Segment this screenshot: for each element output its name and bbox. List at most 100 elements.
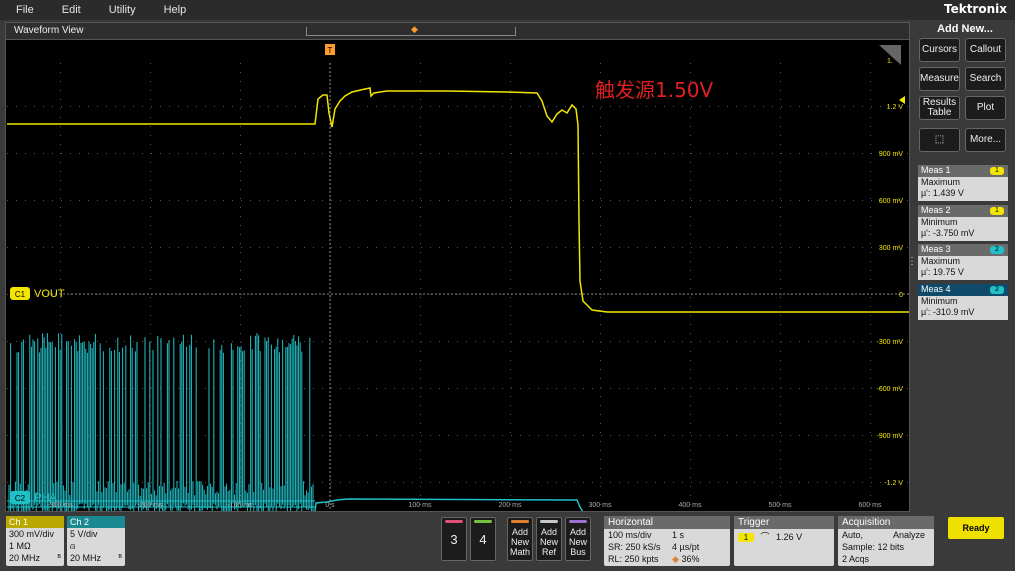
add-math-line1: Add bbox=[511, 527, 528, 537]
add-bus-line2: New bbox=[568, 537, 587, 547]
ch1-scale: 300 mV/div bbox=[9, 529, 55, 539]
acquisition-mode: Auto, bbox=[842, 530, 864, 540]
trigger-marker-icon[interactable]: T bbox=[325, 44, 335, 55]
more-button[interactable]: More... bbox=[965, 128, 1006, 152]
time-tick-label: 100 ms bbox=[409, 502, 432, 509]
acquisition-action: Analyze bbox=[893, 530, 926, 540]
search-button[interactable]: Search bbox=[965, 67, 1006, 91]
time-tick-label: 0 s bbox=[325, 502, 335, 509]
time-tick-label: 500 ms bbox=[769, 502, 792, 509]
settings-bar: Ch 1 300 mV/div 1 MΩ 20 MHz ᴮ Ch 2 5 V/di… bbox=[0, 513, 1015, 571]
add-ref-line1: Add bbox=[540, 527, 557, 537]
voltage-tick-label: 300 mV bbox=[879, 245, 903, 252]
acquisition-settings-badge[interactable]: Acquisition Auto, Analyze Sample: 12 bits… bbox=[838, 516, 934, 566]
horizontal-title: Horizontal bbox=[604, 516, 730, 529]
ch3-button-label: 3 bbox=[450, 531, 458, 547]
menu-help[interactable]: Help bbox=[148, 4, 187, 16]
horizontal-settings-badge[interactable]: Horizontal 100 ms/div 1 s SR: 250 kS/s 4 µ… bbox=[604, 516, 730, 566]
time-tick-label: -100 ms bbox=[227, 502, 253, 509]
meas-3-type: Maximum bbox=[921, 256, 961, 266]
acquisition-sample: Sample: 12 bits bbox=[842, 542, 905, 552]
meas-1-type: Maximum bbox=[921, 177, 961, 187]
voltage-tick-label: -300 mV bbox=[877, 339, 904, 346]
waveform-plot[interactable]: T 1. C1 VOUT C2 PHA 触发源1.50V -300 ms -200… bbox=[7, 41, 909, 511]
add-bus-line1: Add bbox=[569, 527, 586, 537]
sidebar-handle-icon[interactable]: ⋮ bbox=[907, 256, 917, 267]
ch4-button[interactable]: 4 bbox=[470, 517, 496, 561]
ch2-badge[interactable]: C2 bbox=[10, 491, 30, 504]
add-new-heading: Add New... bbox=[937, 23, 993, 35]
ready-status-button[interactable]: Ready bbox=[948, 517, 1004, 539]
add-ref-line2: New bbox=[539, 537, 558, 547]
bandwidth-limit-icon: ᴮ bbox=[118, 553, 122, 562]
ch1-offset-arrow-icon[interactable] bbox=[899, 96, 905, 104]
meas-4-source: 2 bbox=[990, 286, 1004, 294]
ch1-badge-settings[interactable]: Ch 1 300 mV/div 1 MΩ 20 MHz ᴮ bbox=[6, 516, 64, 566]
acquisition-count: 2 Acqs bbox=[842, 554, 870, 564]
ch1-label: VOUT bbox=[34, 288, 65, 300]
horizontal-position-marker-icon[interactable]: ◆ bbox=[411, 24, 419, 36]
add-math-line2: New bbox=[510, 537, 529, 547]
ch2-badge-settings[interactable]: Ch 2 5 V/div ⍝ 20 MHz ᴮ bbox=[67, 516, 125, 566]
ch2-waveform-burst bbox=[7, 333, 315, 511]
meas-1-badge[interactable]: Meas 1 1 Maximum µ': 1.439 V bbox=[918, 165, 1008, 201]
meas-3-badge[interactable]: Meas 3 2 Maximum µ': 19.75 V bbox=[918, 244, 1008, 280]
ch3-button[interactable]: 3 bbox=[441, 517, 467, 561]
time-per-point: 4 µs/pt bbox=[672, 542, 700, 552]
add-new-bus-button[interactable]: Add New Bus bbox=[565, 517, 591, 561]
ch2-bandwidth: 20 MHz bbox=[70, 553, 102, 563]
horizontal-length: 1 s bbox=[672, 530, 685, 540]
add-new-ref-button[interactable]: Add New Ref bbox=[536, 517, 562, 561]
meas-2-type: Minimum bbox=[921, 217, 958, 227]
zoom-box-button[interactable]: ⬚ bbox=[919, 128, 960, 152]
ch2-waveform bbox=[314, 498, 584, 511]
meas-4-badge[interactable]: Meas 4 2 Minimum µ': -310.9 mV bbox=[918, 284, 1008, 320]
trigger-level: 1.26 V bbox=[776, 532, 803, 542]
callout-button[interactable]: Callout bbox=[965, 38, 1006, 62]
meas-4-value: µ': -310.9 mV bbox=[921, 307, 975, 317]
meas-3-source: 2 bbox=[990, 246, 1004, 254]
meas-2-source: 1 bbox=[990, 207, 1004, 215]
brand-logo: Tektronix bbox=[943, 2, 1007, 16]
trigger-source-badge: 1 bbox=[738, 533, 754, 542]
meas-4-title: Meas 4 bbox=[921, 284, 951, 294]
trigger-marker-label: T bbox=[328, 46, 333, 55]
voltage-tick-label: 900 mV bbox=[879, 151, 903, 158]
voltage-tick-label: 1.2 V bbox=[887, 104, 904, 111]
waveform-view-panel[interactable]: Waveform View ◆ T 1. C1 VOUT C2 PHA 触发源1 bbox=[5, 22, 910, 512]
sample-rate: SR: 250 kS/s bbox=[608, 542, 661, 552]
ch1-settings-title: Ch 1 bbox=[6, 516, 64, 528]
voltage-tick-label: -1.2 V bbox=[884, 480, 903, 487]
ch2-settings-title: Ch 2 bbox=[67, 516, 125, 528]
results-table-button[interactable]: Results Table bbox=[919, 96, 960, 120]
ch1-impedance: 1 MΩ bbox=[9, 541, 31, 551]
voltage-tick-label: 600 mV bbox=[879, 198, 903, 205]
measure-button[interactable]: Measure bbox=[919, 67, 960, 91]
meas-1-title: Meas 1 bbox=[921, 165, 951, 175]
trigger-settings-badge[interactable]: Trigger 1 ⌒ 1.26 V bbox=[734, 516, 834, 566]
add-math-line3: Math bbox=[509, 547, 530, 557]
meas-2-badge[interactable]: Meas 2 1 Minimum µ': -3.750 mV bbox=[918, 205, 1008, 241]
add-new-math-button[interactable]: Add New Math bbox=[507, 517, 533, 561]
add-bus-line3: Bus bbox=[570, 547, 586, 557]
ch1-badge[interactable]: C1 bbox=[10, 287, 30, 300]
time-tick-label: -200 ms bbox=[137, 502, 163, 509]
meas-2-title: Meas 2 bbox=[921, 205, 951, 215]
probe-icon: ⍝ bbox=[70, 541, 76, 551]
voltage-tick-label: -900 mV bbox=[877, 433, 904, 440]
ch2-scale: 5 V/div bbox=[70, 529, 98, 539]
trigger-title: Trigger bbox=[734, 516, 834, 529]
meas-1-value: µ': 1.439 V bbox=[921, 188, 964, 198]
record-length: RL: 250 kpts bbox=[608, 554, 659, 564]
time-tick-label: 600 ms bbox=[859, 502, 882, 509]
cursors-button[interactable]: Cursors bbox=[919, 38, 960, 62]
meas-4-type: Minimum bbox=[921, 296, 958, 306]
meas-3-value: µ': 19.75 V bbox=[921, 267, 964, 277]
menu-utility[interactable]: Utility bbox=[93, 4, 136, 16]
plot-button[interactable]: Plot bbox=[965, 96, 1006, 120]
menu-file[interactable]: File bbox=[0, 4, 34, 16]
time-tick-label: 400 ms bbox=[679, 502, 702, 509]
menu-edit[interactable]: Edit bbox=[46, 4, 81, 16]
trigger-source-annotation[interactable]: 触发源1.50V bbox=[595, 78, 714, 102]
rising-edge-icon: ⌒ bbox=[760, 532, 770, 542]
